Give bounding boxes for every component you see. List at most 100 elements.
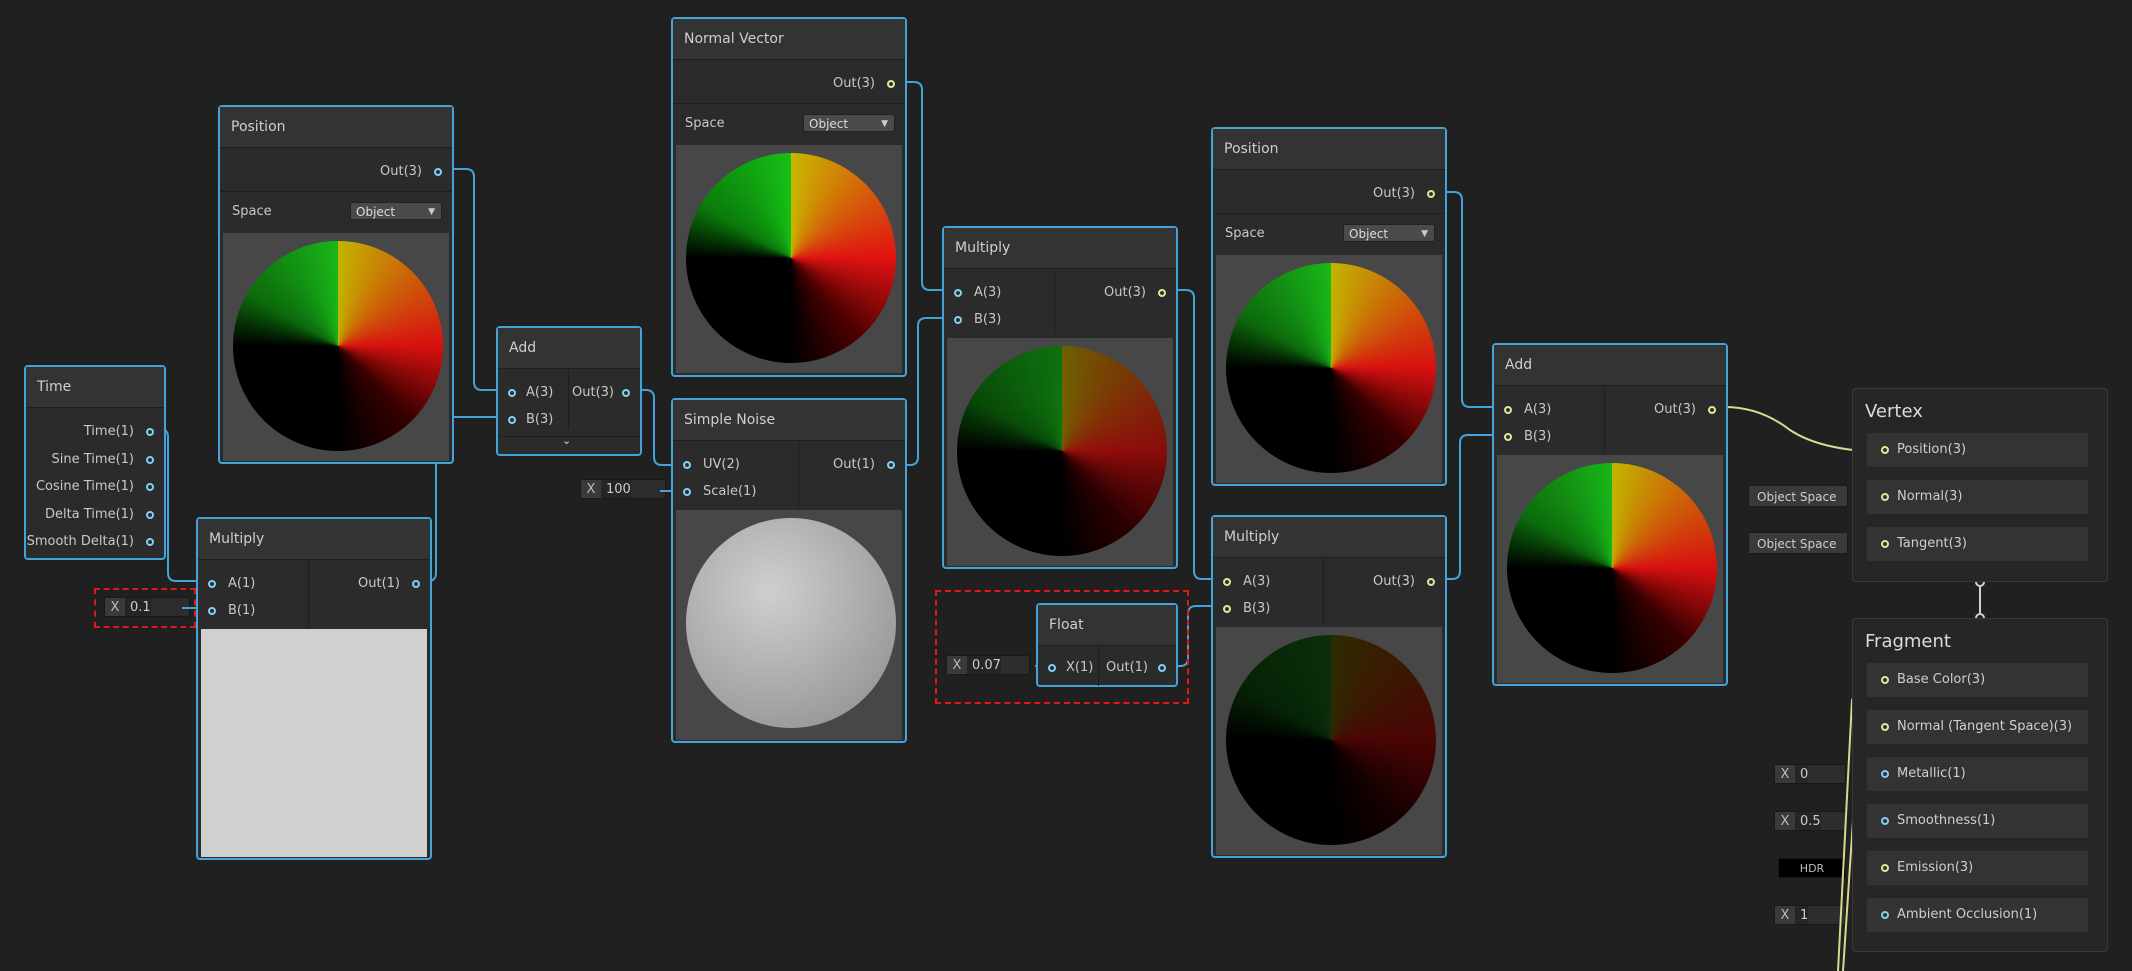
multiply-node-1[interactable]: Multiply A(1) B(1) Out(1) [196,517,432,860]
time-node[interactable]: Time Time(1) Sine Time(1) Cosine Time(1)… [24,365,166,560]
input-a-port[interactable] [954,289,962,297]
fragment-slot-metallic[interactable]: Metallic(1) [1867,757,2088,791]
space-dropdown[interactable]: Object ▼ [803,114,895,132]
preview [1216,627,1442,855]
output-label: Out(3) [1373,186,1415,201]
normal-space-chip[interactable]: Object Space [1748,485,1848,507]
preview [676,145,902,373]
emission-hdr-field[interactable]: HDR [1778,858,1846,878]
cosine-time-output-label: Cosine Time(1) [35,479,134,494]
position-node-2[interactable]: Position Out(3) Space Object ▼ [1211,127,1447,486]
sine-time-output-port[interactable] [146,456,154,464]
time-output-port[interactable] [146,428,154,436]
multiply-b-value-field[interactable]: X 0.1 [104,597,190,617]
preview-sphere [957,346,1167,556]
multiply-node-2[interactable]: Multiply A(3) B(3) Out(3) [942,226,1178,569]
fragment-slot-base-color[interactable]: Base Color(3) [1867,663,2088,697]
space-label: Space [1225,226,1265,241]
input-a-label: A(3) [526,385,554,400]
float-node[interactable]: Float X(1) Out(1) [1036,603,1178,687]
space-dropdown[interactable]: Object ▼ [1343,224,1435,242]
preview [201,629,427,857]
node-title: Add [1494,345,1726,386]
expand-preview-icon[interactable]: ⌄ [562,434,571,447]
simple-noise-node[interactable]: Simple Noise UV(2) Scale(1) Out(1) [671,398,907,743]
smoothness-port[interactable] [1881,817,1889,825]
output-port[interactable] [1158,664,1166,672]
input-b-label: B(3) [974,312,1002,327]
input-b-port[interactable] [1504,433,1512,441]
fragment-slot-smoothness[interactable]: Smoothness(1) [1867,804,2088,838]
input-b-port[interactable] [954,316,962,324]
input-a-label: A(1) [228,576,256,591]
fragment-context[interactable]: Fragment Base Color(3) Normal (Tangent S… [1852,618,2108,952]
output-port[interactable] [1158,289,1166,297]
preview [676,510,902,740]
vertex-slot-tangent[interactable]: Tangent(3) [1867,527,2088,561]
input-a-port[interactable] [1223,578,1231,586]
fragment-slot-emission[interactable]: Emission(3) [1867,851,2088,885]
add-node-1[interactable]: Add A(3) B(3) Out(3) ⌄ [496,326,642,456]
output-port[interactable] [887,461,895,469]
output-label: Out(1) [833,457,875,472]
position-port[interactable] [1881,446,1889,454]
input-a-port[interactable] [508,389,516,397]
normal-ts-port[interactable] [1881,723,1889,731]
normal-port[interactable] [1881,493,1889,501]
preview-sphere [233,241,443,451]
vertex-slot-position[interactable]: Position(3) [1867,433,2088,467]
output-port[interactable] [622,389,630,397]
output-port[interactable] [887,80,895,88]
delta-time-output-port[interactable] [146,511,154,519]
input-scale-port[interactable] [683,488,691,496]
position-node-1[interactable]: Position Out(3) Space Object ▼ [218,105,454,464]
output-label: Out(3) [1654,402,1696,417]
cosine-time-output-port[interactable] [146,483,154,491]
node-title: Simple Noise [673,400,905,441]
vertex-slot-normal[interactable]: Normal(3) [1867,480,2088,514]
ao-value-field[interactable]: X1 [1774,905,1846,925]
output-label: Out(3) [833,76,875,91]
vertex-title: Vertex [1865,401,1923,422]
input-b-port[interactable] [508,416,516,424]
output-label: Out(1) [1106,660,1148,675]
chevron-down-icon: ▼ [881,119,888,129]
input-x-port[interactable] [1048,664,1056,672]
smooth-delta-output-port[interactable] [146,538,154,546]
output-port[interactable] [1708,406,1716,414]
preview-sphere [686,518,896,728]
output-port[interactable] [1427,190,1435,198]
fragment-slot-normal[interactable]: Normal (Tangent Space)(3) [1867,710,2088,744]
input-b-port[interactable] [208,607,216,615]
add-node-2[interactable]: Add A(3) B(3) Out(3) [1492,343,1728,686]
output-port[interactable] [1427,578,1435,586]
output-label: Out(3) [1373,574,1415,589]
tangent-space-chip[interactable]: Object Space [1748,532,1848,554]
input-b-port[interactable] [1223,605,1231,613]
input-a-port[interactable] [208,580,216,588]
preview-sphere [1226,635,1436,845]
input-a-port[interactable] [1504,406,1512,414]
output-port[interactable] [412,580,420,588]
noise-scale-value-field[interactable]: X 100 [580,479,666,499]
node-title: Multiply [944,228,1176,269]
tangent-port[interactable] [1881,540,1889,548]
smooth-delta-output-label: Smooth Delta(1) [26,534,134,549]
normal-vector-node[interactable]: Normal Vector Out(3) Space Object ▼ [671,17,907,377]
metallic-port[interactable] [1881,770,1889,778]
ao-port[interactable] [1881,911,1889,919]
input-uv-label: UV(2) [703,457,740,472]
fragment-slot-ambient-occlusion[interactable]: Ambient Occlusion(1) [1867,898,2088,932]
multiply-node-3[interactable]: Multiply A(3) B(3) Out(3) [1211,515,1447,858]
smoothness-value-field[interactable]: X 0.5 [1774,811,1846,831]
input-uv-port[interactable] [683,461,691,469]
vertex-context[interactable]: Vertex Position(3) Normal(3) Tangent(3) [1852,388,2108,582]
position-output-port[interactable] [434,168,442,176]
metallic-value-field[interactable]: X0 [1774,764,1846,784]
float-x-value-field[interactable]: X 0.07 [946,655,1030,675]
chevron-down-icon: ▼ [428,207,435,217]
space-dropdown[interactable]: Object ▼ [350,202,442,220]
emission-port[interactable] [1881,864,1889,872]
node-title: Add [498,328,640,369]
base-color-port[interactable] [1881,676,1889,684]
